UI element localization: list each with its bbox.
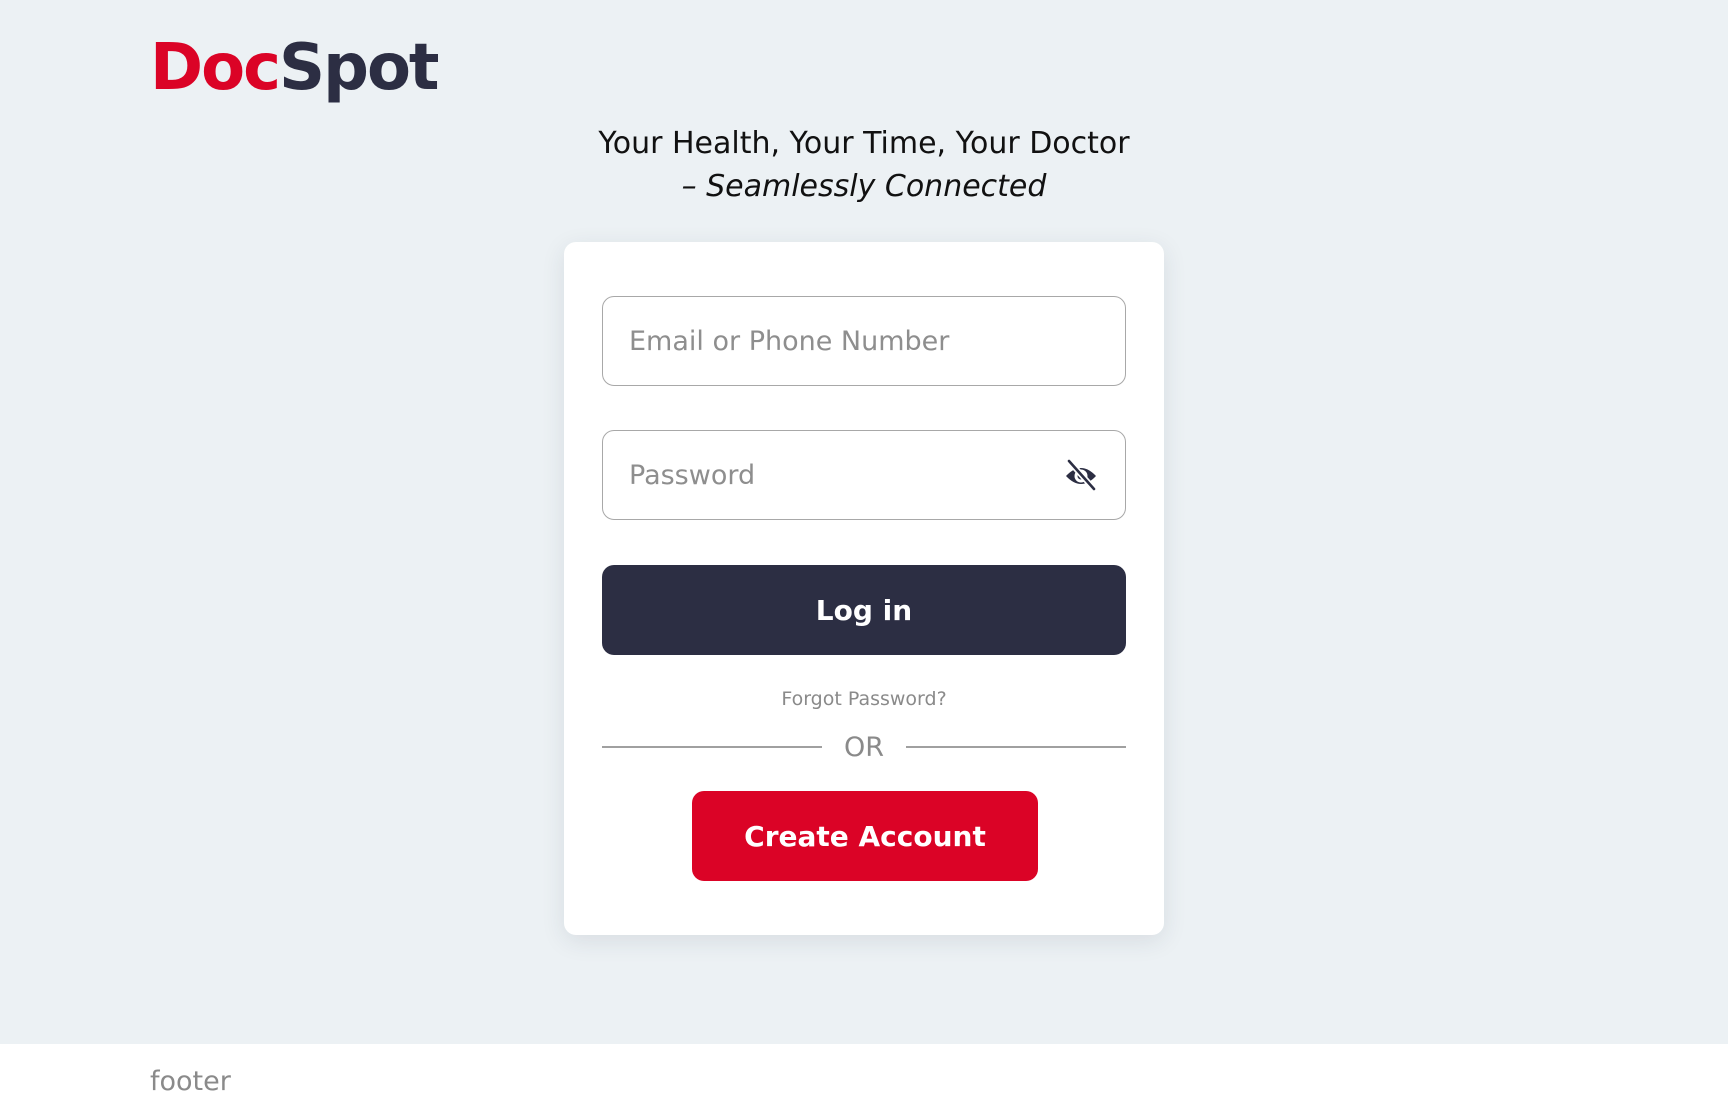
tagline-line-1: Your Health, Your Time, Your Doctor bbox=[598, 126, 1130, 161]
password-field-container bbox=[602, 430, 1126, 520]
docspot-logo[interactable]: DocSpot bbox=[150, 30, 440, 106]
login-card: Log in Forgot Password? OR Create Accoun… bbox=[564, 242, 1164, 935]
create-account-button[interactable]: Create Account bbox=[692, 791, 1038, 881]
tagline: Your Health, Your Time, Your Doctor – Se… bbox=[0, 122, 1728, 208]
divider-label: OR bbox=[844, 731, 885, 763]
email-input[interactable] bbox=[629, 325, 1099, 357]
footer-text: footer bbox=[150, 1066, 231, 1097]
logo-part-spot: Spot bbox=[279, 31, 439, 105]
tagline-line-2: – Seamlessly Connected bbox=[681, 169, 1047, 204]
divider-line-right bbox=[906, 746, 1127, 748]
forgot-password-link[interactable]: Forgot Password? bbox=[564, 688, 1164, 710]
login-button[interactable]: Log in bbox=[602, 565, 1126, 655]
password-input[interactable] bbox=[629, 459, 1099, 491]
email-field-container bbox=[602, 296, 1126, 386]
or-divider: OR bbox=[602, 730, 1127, 764]
footer: footer bbox=[0, 1044, 1728, 1117]
page: DocSpot Your Health, Your Time, Your Doc… bbox=[0, 0, 1728, 1117]
eye-off-icon[interactable] bbox=[1063, 457, 1099, 493]
divider-line-left bbox=[602, 746, 822, 748]
logo-part-doc: Doc bbox=[150, 31, 281, 105]
